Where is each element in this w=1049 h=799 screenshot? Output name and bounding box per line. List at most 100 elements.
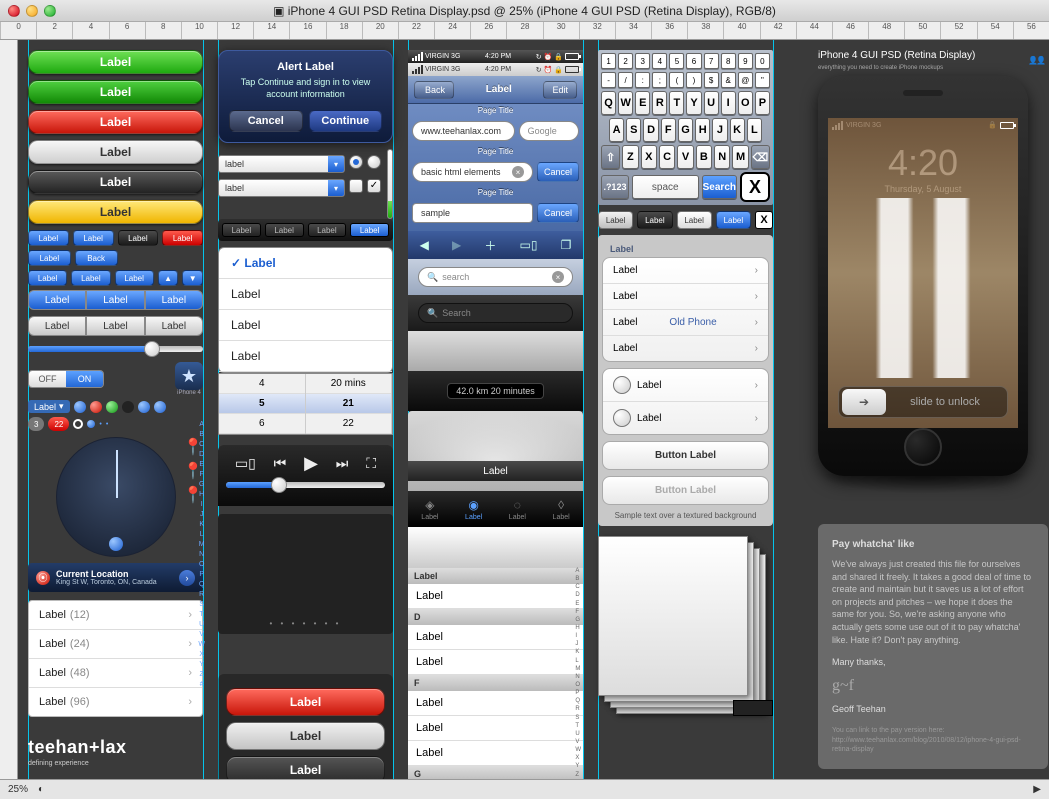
picker-row[interactable]: Label — [219, 279, 392, 310]
small-button[interactable]: Label — [118, 230, 159, 246]
key[interactable]: Z — [622, 145, 638, 169]
pill-button-grey[interactable]: Label — [28, 140, 203, 164]
key[interactable]: N — [714, 145, 730, 169]
small-button[interactable]: Label — [73, 230, 114, 246]
mode-key[interactable]: .?123 — [601, 175, 629, 199]
slide-to-unlock[interactable]: ➔ slide to unlock — [838, 386, 1008, 418]
pill-button-yellow[interactable]: Label — [28, 200, 203, 224]
table-row[interactable]: Label› — [603, 369, 768, 402]
dropdown[interactable]: label — [218, 179, 345, 197]
picker-row-selected[interactable]: Label — [219, 248, 392, 279]
radio-on[interactable] — [349, 155, 363, 169]
key[interactable]: O — [738, 91, 753, 115]
backspace-key[interactable]: ⌫ — [751, 145, 770, 169]
checkbox-off[interactable] — [349, 179, 363, 193]
segment[interactable]: Label — [145, 290, 203, 310]
tab-item[interactable]: ◈Label — [408, 491, 452, 527]
cancel-button[interactable]: Cancel — [537, 203, 579, 223]
location-banner[interactable]: ⦿ Current Location King St W, Toronto, O… — [28, 563, 203, 592]
dropdown[interactable]: label — [218, 155, 345, 173]
book-icon[interactable]: ▭▯ — [235, 455, 256, 472]
dot-icon[interactable] — [122, 401, 134, 413]
dark-tab-selected[interactable]: Label — [350, 223, 389, 237]
url-field[interactable]: www.teehanlax.com — [412, 121, 515, 141]
stop-icon[interactable] — [90, 401, 102, 413]
scroll-right-icon[interactable]: ▶ — [1033, 784, 1041, 795]
lock-screen[interactable]: VIRGIN 3G 🔒 4:20 Thursday, 5 August ➔ sl… — [828, 118, 1018, 428]
segment[interactable]: Label — [28, 290, 86, 310]
chip[interactable]: Label — [716, 211, 751, 229]
key[interactable]: V — [677, 145, 693, 169]
key[interactable]: F — [661, 118, 676, 142]
radio-off[interactable] — [367, 155, 381, 169]
add-icon[interactable] — [106, 401, 118, 413]
segment[interactable]: Label — [28, 316, 86, 336]
key[interactable]: K — [730, 118, 745, 142]
key[interactable]: B — [696, 145, 712, 169]
key[interactable]: M — [732, 145, 748, 169]
list-row[interactable]: Label(12)› — [29, 601, 202, 630]
small-button[interactable]: Label — [28, 270, 67, 286]
compass-dial[interactable] — [56, 437, 176, 557]
space-key[interactable]: space — [632, 175, 699, 199]
small-button[interactable]: Label — [71, 270, 110, 286]
nav-edit-button[interactable]: Edit — [543, 81, 577, 99]
disclosure-icon[interactable]: › — [179, 570, 195, 586]
app-icon[interactable]: ★ — [175, 362, 203, 390]
forward-icon[interactable]: ▶ — [452, 238, 461, 252]
tag-chip[interactable]: Label ▾ — [28, 400, 70, 413]
key[interactable]: A — [609, 118, 624, 142]
grouped-button[interactable]: Button Label — [602, 441, 769, 470]
small-button[interactable]: Label — [162, 230, 203, 246]
key[interactable]: Q — [601, 91, 616, 115]
table-row[interactable]: Label› — [603, 284, 768, 310]
small-button[interactable]: Label — [115, 270, 154, 286]
alert-cancel-button[interactable]: Cancel — [229, 110, 303, 132]
key[interactable]: D — [643, 118, 658, 142]
add-icon[interactable]: ＋ — [484, 237, 496, 254]
key[interactable]: L — [747, 118, 762, 142]
alpha-index[interactable]: ABCDEFGHIJKLMNOPQRSTUVWXYZ# — [198, 420, 205, 690]
action-sheet[interactable]: Label — [408, 411, 583, 491]
checkbox-on[interactable] — [367, 179, 381, 193]
picker-row[interactable]: Label — [219, 310, 392, 341]
back-button[interactable]: Back — [75, 250, 118, 266]
up-button[interactable]: ▲ — [158, 270, 179, 286]
ruler-horizontal[interactable]: 0246810121416182022242628303234363840424… — [0, 22, 1049, 40]
card-link[interactable]: http://www.teehanlax.com/blog/2010/08/12… — [832, 736, 1034, 756]
tab-item[interactable]: ◊Label — [539, 491, 583, 527]
dark-button[interactable]: Label — [226, 756, 385, 779]
search-field-dark[interactable]: 🔍 Search — [418, 303, 573, 323]
key[interactable]: E — [635, 91, 650, 115]
slider[interactable] — [28, 346, 203, 352]
dark-tab[interactable]: Label — [222, 223, 261, 237]
down-button[interactable]: ▼ — [182, 270, 203, 286]
time-picker[interactable]: 456 20 mins2122 — [218, 373, 393, 435]
table-row[interactable]: Label› — [603, 402, 768, 434]
key[interactable]: T — [669, 91, 684, 115]
google-field[interactable]: Google — [519, 121, 579, 141]
chip[interactable]: Label — [637, 211, 672, 229]
key[interactable]: P — [755, 91, 770, 115]
key[interactable]: X — [641, 145, 657, 169]
chip[interactable]: Label — [598, 211, 633, 229]
pill-button-red[interactable]: Label — [28, 110, 203, 134]
key[interactable]: C — [659, 145, 675, 169]
zoom-level[interactable]: 25% — [8, 784, 28, 795]
small-button[interactable]: Label — [28, 230, 69, 246]
location-icon[interactable] — [138, 401, 150, 413]
cancel-button[interactable]: Cancel — [537, 162, 579, 182]
play-icon[interactable]: ▶ — [304, 453, 318, 474]
photoshop-canvas[interactable]: Label Label Label Label Label Label Labe… — [18, 40, 1049, 779]
key[interactable]: U — [704, 91, 719, 115]
pill-button-green-alt[interactable]: Label — [28, 80, 203, 104]
ruler-vertical[interactable] — [0, 40, 18, 779]
clear-icon[interactable]: × — [552, 271, 564, 283]
dark-tab[interactable]: Label — [265, 223, 304, 237]
clear-icon[interactable]: × — [512, 166, 524, 178]
picker-row[interactable]: Label — [219, 341, 392, 372]
standard-button[interactable]: Label — [226, 722, 385, 750]
table-row[interactable]: LabelOld Phone› — [603, 310, 768, 336]
prev-track-icon[interactable]: ⏮ — [274, 455, 287, 472]
nav-back-button[interactable]: Back — [414, 81, 454, 99]
